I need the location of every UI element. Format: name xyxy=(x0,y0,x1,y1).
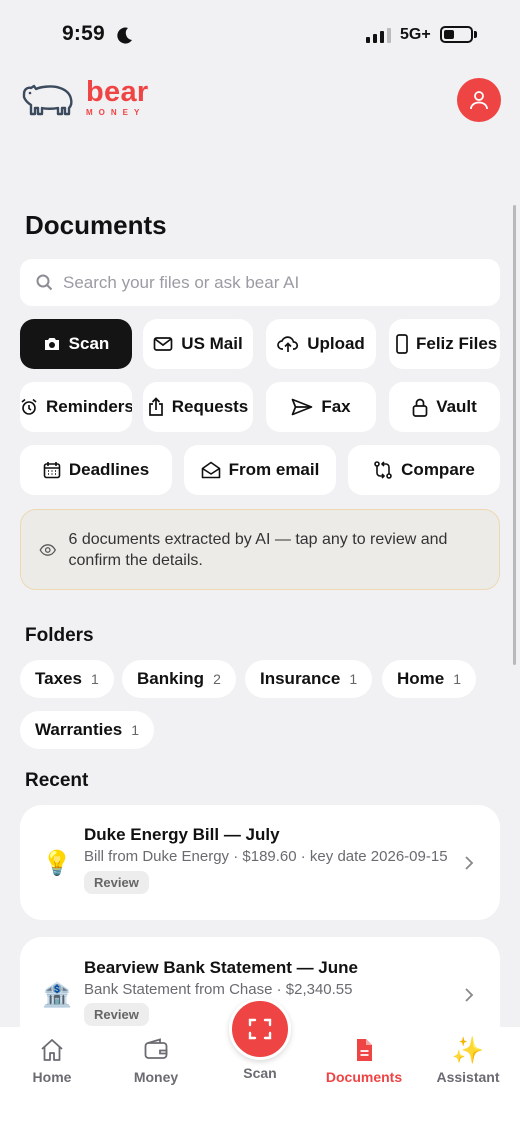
search-input[interactable] xyxy=(63,272,483,293)
bank-icon: 🏦 xyxy=(42,982,72,1009)
status-bar: 9:59 5G+ xyxy=(0,0,520,70)
from-email-label: From email xyxy=(228,460,320,479)
lock-icon xyxy=(412,398,428,417)
ai-review-banner[interactable]: 6 documents extracted by AI — tap any to… xyxy=(20,509,500,590)
sparkles-icon: ✨ xyxy=(451,1035,485,1065)
folder-count: 1 xyxy=(349,671,358,687)
folder-chip-banking[interactable]: Banking 2 xyxy=(122,660,236,698)
tab-money[interactable]: Money xyxy=(104,1037,208,1085)
folder-chip-home[interactable]: Home 1 xyxy=(382,660,477,698)
brand-logo: bear MONEY xyxy=(20,78,148,117)
folder-label: Banking xyxy=(137,669,205,688)
document-subtitle: Bank Statement from Chase · $2,340.55 xyxy=(84,981,353,998)
folder-chip-insurance[interactable]: Insurance 1 xyxy=(245,660,373,698)
document-icon xyxy=(357,1039,372,1061)
tab-documents[interactable]: Documents xyxy=(312,1037,416,1085)
fax-label: Fax xyxy=(321,397,351,416)
wallet-icon xyxy=(144,1038,168,1059)
vault-button[interactable]: Vault xyxy=(389,382,500,432)
folder-count: 1 xyxy=(131,722,140,738)
home-icon xyxy=(41,1039,63,1061)
review-badge: Review xyxy=(84,871,149,894)
bear-icon xyxy=(22,84,73,115)
folder-count: 2 xyxy=(213,671,221,687)
scan-fab-button[interactable] xyxy=(229,998,291,1060)
deadlines-label: Deadlines xyxy=(68,460,150,479)
folders-title: Folders xyxy=(25,625,94,646)
upload-label: Upload xyxy=(307,334,365,353)
signal-icon xyxy=(366,28,391,43)
folder-label: Warranties xyxy=(35,720,123,739)
tab-assistant[interactable]: ✨ Assistant xyxy=(416,1037,520,1085)
document-card[interactable]: 💡 Duke Energy Bill — July Bill from Duke… xyxy=(20,805,500,920)
scan-icon xyxy=(248,1018,272,1040)
tab-label: Assistant xyxy=(436,1069,500,1085)
share-icon xyxy=(148,397,163,416)
from-email-button[interactable]: From email xyxy=(184,445,336,495)
reminders-label: Reminders xyxy=(46,397,132,416)
eye-icon xyxy=(39,543,57,556)
folder-chip-warranties[interactable]: Warranties 1 xyxy=(20,711,155,749)
battery-icon xyxy=(440,26,473,43)
compare-icon xyxy=(374,461,392,479)
status-time: 9:59 xyxy=(62,22,105,45)
folder-label: Insurance xyxy=(260,669,341,688)
chevron-right-icon xyxy=(465,856,474,870)
battery-cap xyxy=(474,31,477,38)
banner-text: 6 documents extracted by AI — tap any to… xyxy=(68,530,448,569)
alarm-clock-icon xyxy=(21,398,37,415)
upload-button[interactable]: Upload xyxy=(266,319,376,369)
folder-label: Taxes xyxy=(35,669,82,688)
phone-icon xyxy=(396,334,408,354)
moon-icon xyxy=(117,27,132,44)
camera-icon xyxy=(44,338,59,350)
mail-icon xyxy=(153,337,173,351)
review-badge: Review xyxy=(84,1003,149,1026)
tab-label: Home xyxy=(32,1069,72,1085)
feliz-files-button[interactable]: Feliz Files xyxy=(389,319,500,369)
tab-home[interactable]: Home xyxy=(0,1037,104,1085)
deadlines-button[interactable]: Deadlines xyxy=(20,445,172,495)
tab-scan-label: Scan xyxy=(243,1065,277,1081)
folder-count: 1 xyxy=(453,671,462,687)
folder-label: Home xyxy=(397,669,445,688)
tab-label: Documents xyxy=(325,1069,403,1085)
fax-button[interactable]: Fax xyxy=(266,382,376,432)
folder-chip-taxes[interactable]: Taxes 1 xyxy=(20,660,114,698)
brand-name: bear xyxy=(86,76,149,108)
compare-button[interactable]: Compare xyxy=(348,445,500,495)
reminders-button[interactable]: Reminders xyxy=(20,382,132,432)
profile-button[interactable] xyxy=(457,78,501,122)
recent-title: Recent xyxy=(25,770,89,791)
us-mail-button[interactable]: US Mail xyxy=(143,319,253,369)
document-subtitle: Bill from Duke Energy · $189.60 · key da… xyxy=(84,848,448,865)
requests-label: Requests xyxy=(171,397,249,416)
compare-label: Compare xyxy=(401,460,475,479)
send-icon xyxy=(291,398,313,416)
network-label: 5G+ xyxy=(400,26,431,43)
chevron-right-icon xyxy=(465,988,474,1002)
us-mail-label: US Mail xyxy=(181,334,243,353)
lightbulb-icon: 💡 xyxy=(42,850,72,877)
search-icon xyxy=(36,274,53,291)
document-title: Bearview Bank Statement — June xyxy=(84,958,358,977)
folder-count: 1 xyxy=(90,671,99,687)
feliz-files-label: Feliz Files xyxy=(416,334,498,353)
scrollbar[interactable] xyxy=(513,205,516,665)
open-mail-icon xyxy=(201,461,220,479)
search-bar[interactable] xyxy=(20,259,500,306)
document-title: Duke Energy Bill — July xyxy=(84,825,280,844)
cloud-upload-icon xyxy=(277,336,299,352)
scan-button[interactable]: Scan xyxy=(20,319,132,369)
requests-button[interactable]: Requests xyxy=(143,382,253,432)
calendar-icon xyxy=(43,462,61,479)
user-icon xyxy=(470,91,488,110)
tab-label: Money xyxy=(133,1069,179,1085)
vault-label: Vault xyxy=(436,397,477,416)
page-title: Documents xyxy=(25,210,167,240)
brand-sub: MONEY xyxy=(86,108,146,117)
scan-label: Scan xyxy=(68,334,110,353)
